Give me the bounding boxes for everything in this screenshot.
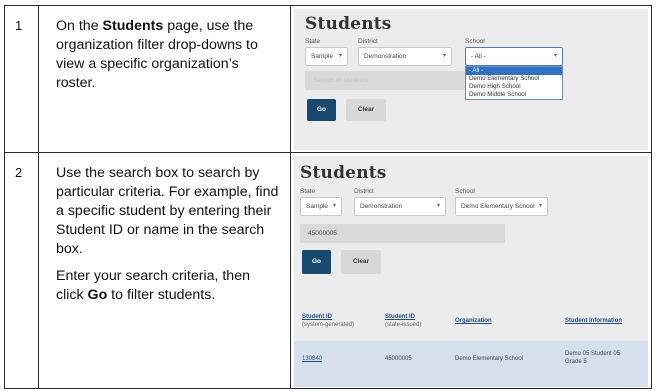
students-panel: Students State Sample ▾ District Demonstr… (294, 156, 648, 387)
column-header[interactable]: Student Information (565, 317, 622, 325)
instruction-paragraph: Use the search box to search by particul… (56, 165, 279, 257)
go-button[interactable]: Go (307, 99, 336, 121)
instructions-table: 1 On the Students page, use the organiza… (4, 5, 652, 389)
school-label: School (455, 188, 475, 195)
chevron-down-icon: ▾ (338, 53, 342, 59)
step-screenshot: Students State Sample ▾ District Demonstr… (290, 5, 652, 153)
school-label: School (465, 38, 485, 45)
go-button[interactable]: Go (302, 250, 331, 274)
column-header[interactable]: Organization (455, 317, 492, 325)
school-select[interactable]: - All - ▾ (465, 47, 563, 66)
state-select[interactable]: Sample ▾ (305, 47, 348, 66)
search-input[interactable]: 45000005 (300, 224, 505, 243)
school-option[interactable]: Demo Middle School (466, 91, 562, 99)
clear-button[interactable]: Clear (341, 250, 381, 274)
student-state-id: 45000005 (385, 356, 412, 362)
clear-button[interactable]: Clear (346, 99, 386, 121)
instruction-paragraph: Enter your search criteria, then click G… (56, 268, 250, 303)
students-panel: Students State Sample ▾ District Demonstr… (294, 9, 648, 150)
school-option[interactable]: - All - (466, 67, 562, 75)
search-input[interactable]: Search all students (305, 71, 465, 90)
column-header[interactable]: Student ID (system-generated) (302, 313, 354, 329)
district-label: District (354, 188, 374, 195)
student-system-id-link[interactable]: 130840 (302, 355, 322, 363)
table-row[interactable]: 130840 45000005 Demo Elementary School D… (294, 341, 648, 387)
state-label: State (305, 38, 321, 45)
student-name: Demo 05 Student 05 (565, 351, 621, 357)
step-number: 2 (4, 152, 39, 389)
step-row-1: 1 On the Students page, use the organiza… (4, 5, 652, 153)
page-title: Students (305, 14, 392, 34)
district-label: District (358, 38, 378, 45)
state-select[interactable]: Sample ▾ (300, 197, 342, 216)
step-number: 1 (4, 5, 39, 153)
step-row-2: 2 Use the search box to search by partic… (4, 152, 652, 389)
student-organization: Demo Elementary School (455, 356, 524, 362)
chevron-down-icon: ▾ (436, 203, 440, 209)
district-select[interactable]: Demonstration ▾ (358, 47, 452, 66)
student-grade: Grade 5 (565, 359, 587, 365)
instruction-paragraph: On the Students page, use the organizati… (56, 18, 258, 91)
school-option[interactable]: Demo High School (466, 83, 562, 91)
school-select[interactable]: Demo Elementary School ▾ (455, 197, 548, 216)
school-dropdown-list: - All - Demo Elementary School Demo High… (465, 66, 563, 100)
step-instructions: Use the search box to search by particul… (38, 152, 291, 389)
chevron-down-icon: ▾ (442, 53, 446, 59)
column-header[interactable]: Student ID (state-issued) (385, 313, 421, 329)
step-instructions: On the Students page, use the organizati… (38, 5, 291, 153)
step-screenshot: Students State Sample ▾ District Demonstr… (290, 152, 652, 389)
district-select[interactable]: Demonstration ▾ (354, 197, 446, 216)
chevron-down-icon: ▾ (332, 203, 336, 209)
state-label: State (300, 188, 316, 195)
student-information: Demo 05 Student 05 Grade 5 (565, 350, 620, 366)
chevron-down-icon: ▾ (553, 53, 557, 59)
school-option[interactable]: Demo Elementary School (466, 75, 562, 83)
chevron-down-icon: ▾ (538, 203, 542, 209)
page-title: Students (300, 163, 387, 183)
